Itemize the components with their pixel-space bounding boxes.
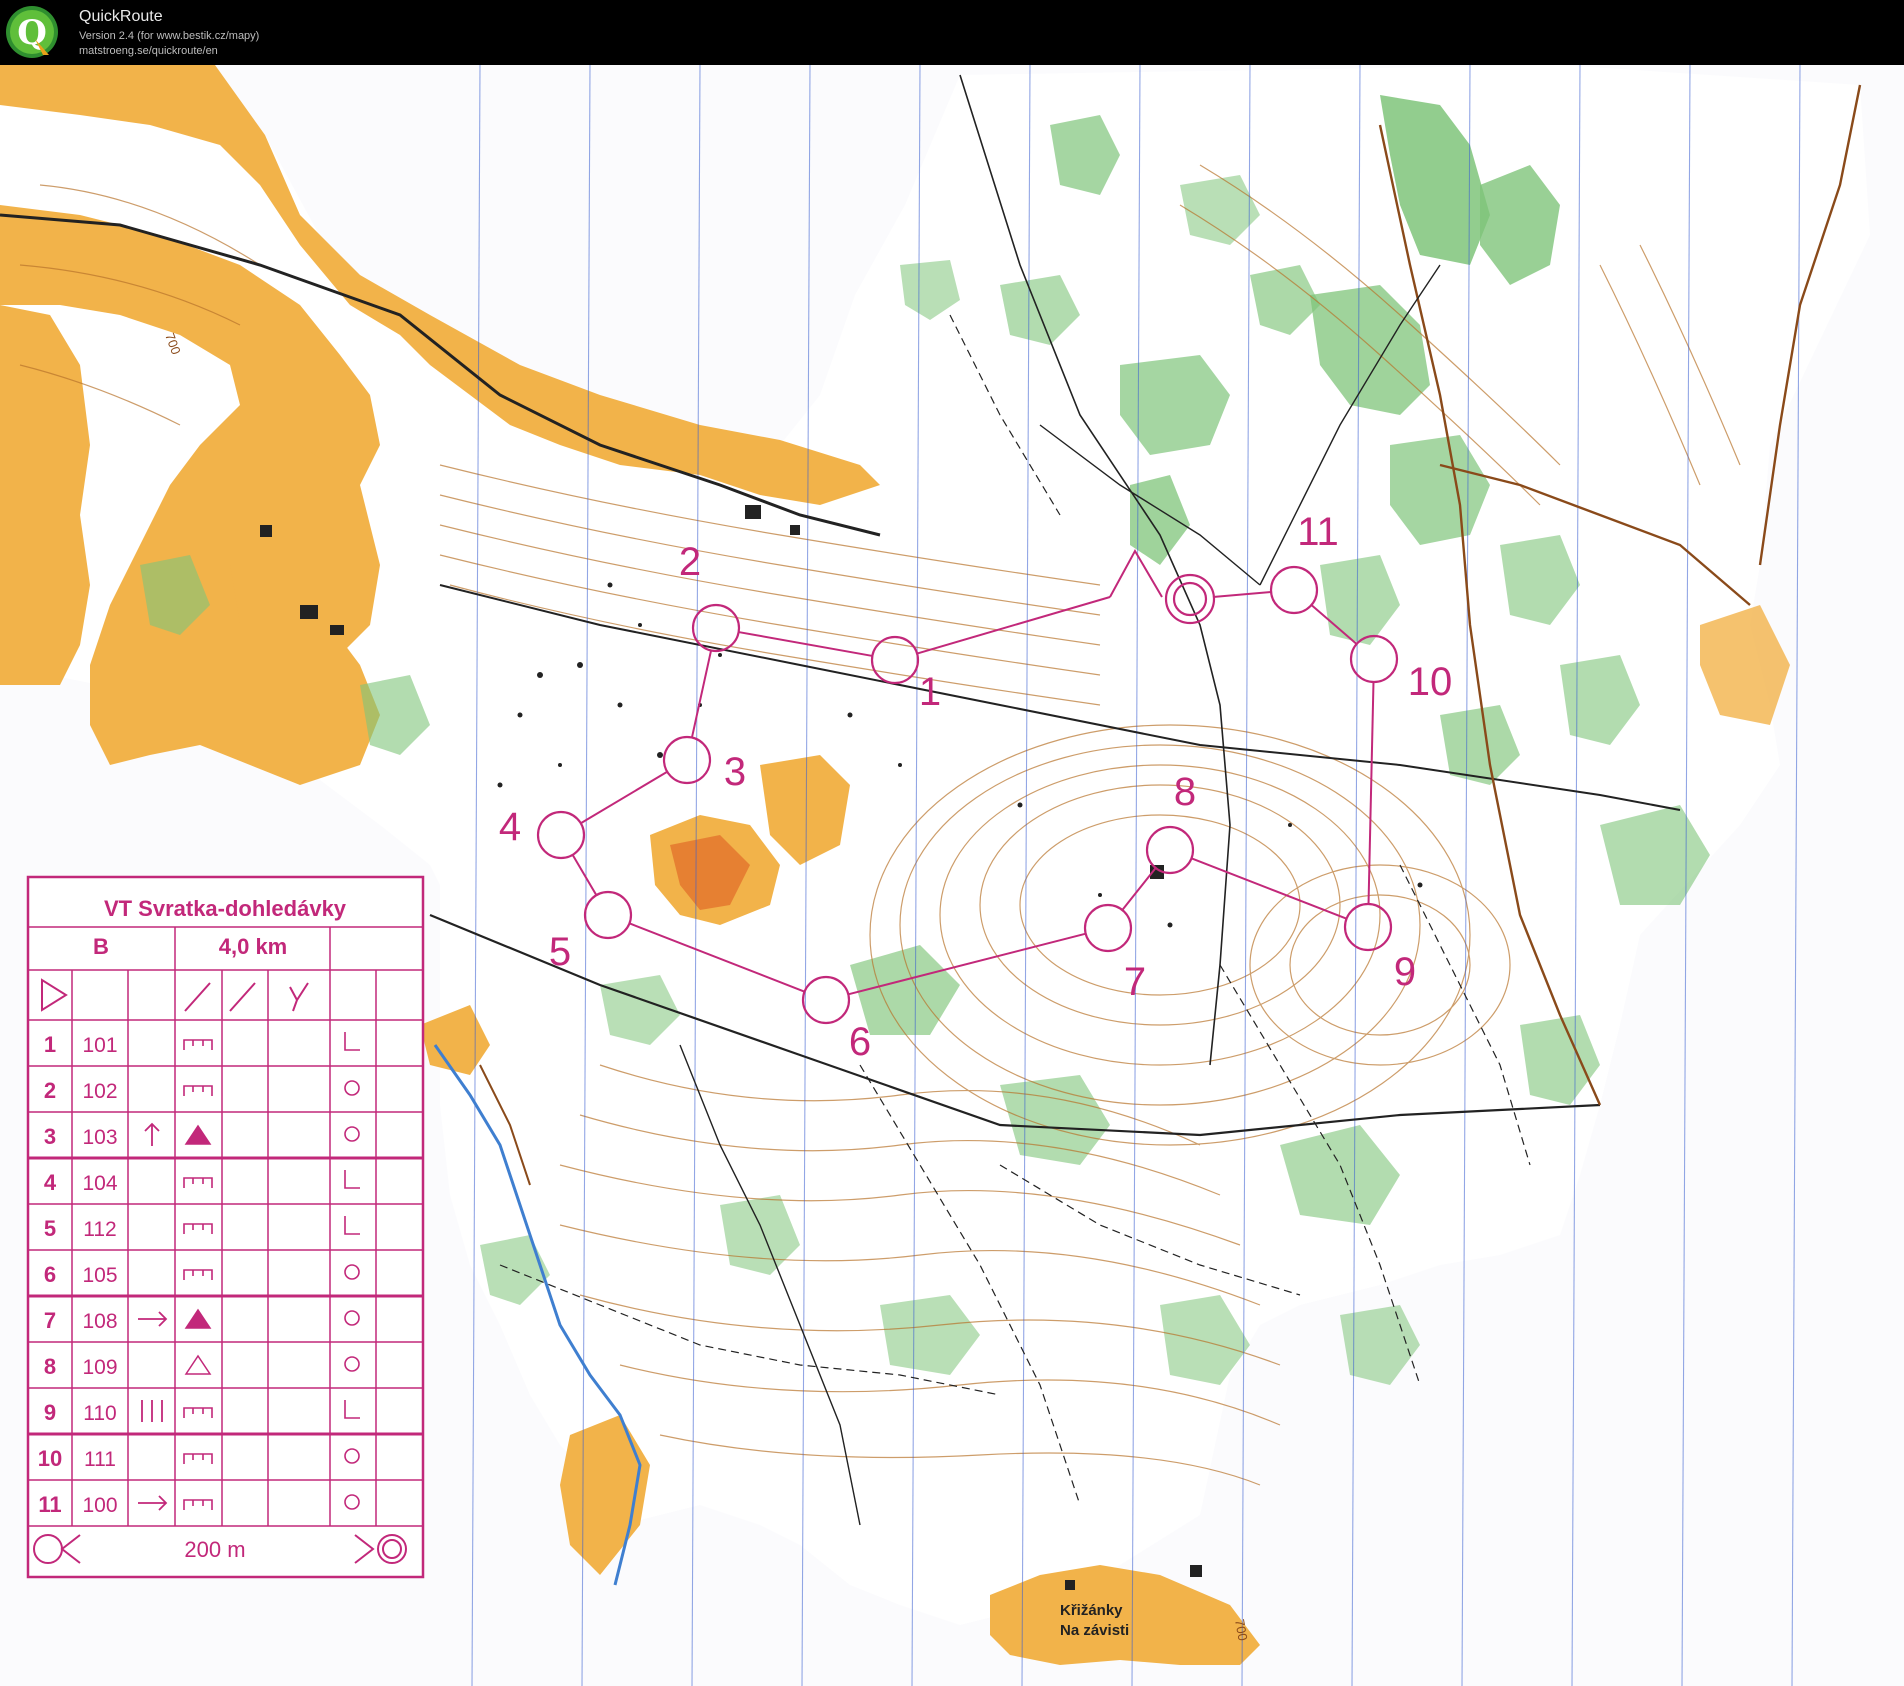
legend-control-number: 11 <box>38 1492 61 1517</box>
legend-control-number: 7 <box>44 1308 56 1333</box>
app-url: matstroeng.se/quickroute/en <box>79 45 218 57</box>
legend-class: B <box>93 934 109 959</box>
place-name: Na závisti <box>1060 1622 1129 1639</box>
legend-control-number: 5 <box>44 1216 56 1241</box>
legend-control-code: 102 <box>82 1080 117 1103</box>
legend-control-code: 112 <box>83 1218 116 1241</box>
control-number: 7 <box>1124 960 1146 1004</box>
legend-control-code: 103 <box>82 1126 117 1149</box>
legend-control-code: 111 <box>84 1448 116 1471</box>
legend-control-code: 108 <box>82 1310 117 1333</box>
app-version: Version 2.4 (for www.bestik.cz/mapy) <box>79 30 260 42</box>
legend-control-number: 6 <box>44 1262 56 1287</box>
title-bar: Q QuickRoute Version 2.4 (for www.bestik… <box>0 0 1904 65</box>
legend-control-code: 104 <box>82 1172 117 1195</box>
control-number: 6 <box>849 1020 871 1064</box>
legend-control-code: 101 <box>82 1034 117 1057</box>
control-number: 9 <box>1394 950 1416 994</box>
legend-control-code: 105 <box>82 1264 117 1287</box>
legend-control-number: 4 <box>44 1170 57 1195</box>
legend-control-number: 10 <box>38 1446 62 1471</box>
control-number: 4 <box>499 805 521 849</box>
control-number: 3 <box>724 750 746 794</box>
control-number: 10 <box>1408 660 1453 704</box>
legend-control-number: 2 <box>44 1078 56 1103</box>
legend-control-code: 109 <box>82 1356 117 1379</box>
legend-control-code: 110 <box>83 1402 116 1425</box>
control-number: 11 <box>1297 510 1339 554</box>
finish-distance: 200 m <box>184 1537 245 1562</box>
control-number: 1 <box>919 670 941 714</box>
legend-length: 4,0 km <box>219 934 288 959</box>
control-number: 5 <box>549 930 571 974</box>
control-number: 8 <box>1174 770 1196 814</box>
app-title: QuickRoute <box>79 8 163 25</box>
legend-title: VT Svratka-dohledávky <box>104 896 347 921</box>
control-description-sheet: VT Svratka-dohledávky B 4,0 km 1 1012 1023… <box>26 875 425 1579</box>
orienteering-map[interactable]: 700 700 Křižánky Na závisti 123456789101… <box>0 65 1904 1686</box>
place-name: Křižánky <box>1060 1602 1123 1619</box>
legend-control-number: 8 <box>44 1354 56 1379</box>
legend-control-number: 9 <box>44 1400 56 1425</box>
control-number: 2 <box>679 540 701 584</box>
legend-control-number: 1 <box>44 1032 56 1057</box>
legend-control-number: 3 <box>44 1124 56 1149</box>
legend-control-code: 100 <box>82 1494 117 1517</box>
logo-letter: Q <box>17 13 47 53</box>
quickroute-logo-icon: Q <box>6 6 58 58</box>
